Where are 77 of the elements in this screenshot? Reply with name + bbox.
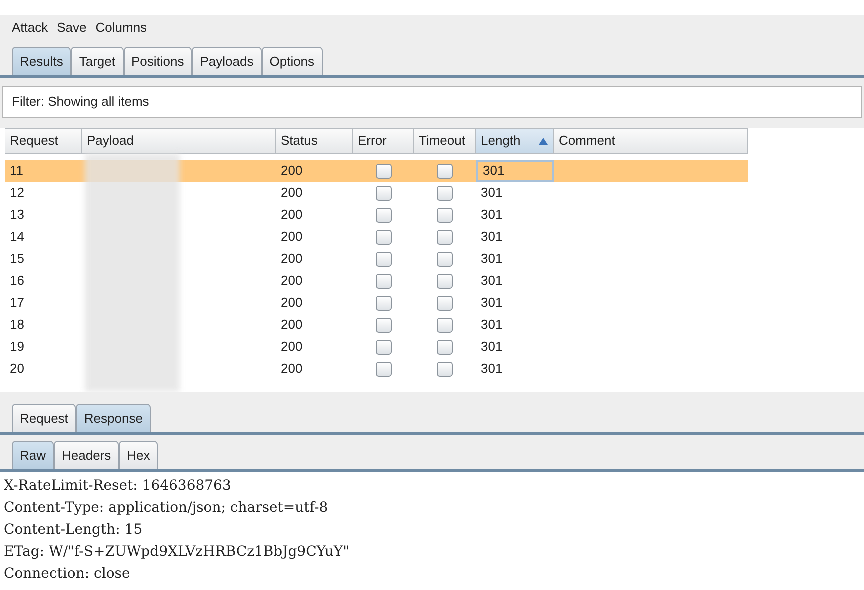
table-cell-text: 301 bbox=[480, 206, 504, 224]
table-cell-text: 16 bbox=[9, 272, 26, 290]
table-cell-text: 20 bbox=[9, 360, 26, 378]
column-header[interactable]: Request bbox=[5, 128, 82, 154]
table-cell-text: 14 bbox=[9, 228, 26, 246]
checkbox[interactable] bbox=[376, 208, 392, 222]
menu-item[interactable]: Save bbox=[57, 18, 87, 38]
column-header[interactable]: Payload bbox=[82, 128, 276, 154]
checkbox[interactable] bbox=[376, 318, 392, 332]
table-cell-text: 200 bbox=[280, 360, 304, 378]
filter-bar[interactable]: Filter: Showing all items bbox=[2, 86, 862, 118]
checkbox[interactable] bbox=[437, 164, 453, 178]
checkbox[interactable] bbox=[376, 186, 392, 200]
column-header[interactable]: Error bbox=[353, 128, 414, 154]
checkbox[interactable] bbox=[437, 230, 453, 244]
table-cell-text: 12 bbox=[9, 184, 26, 202]
table-cell-text: 19 bbox=[9, 338, 26, 356]
checkbox[interactable] bbox=[437, 318, 453, 332]
checkbox[interactable] bbox=[376, 230, 392, 244]
menu-item[interactable]: Columns bbox=[96, 18, 148, 38]
table-cell-text: 200 bbox=[280, 338, 304, 356]
tab[interactable]: Results bbox=[12, 47, 72, 75]
table-cell-text: 15 bbox=[9, 250, 26, 268]
tab[interactable]: Request bbox=[12, 404, 76, 432]
column-header[interactable]: Timeout bbox=[414, 128, 476, 154]
column-header[interactable]: Status bbox=[276, 128, 353, 154]
checkbox[interactable] bbox=[437, 186, 453, 200]
response-line: Content-Type: application/json; charset=utf-8 bbox=[4, 499, 330, 518]
table-cell-text: 200 bbox=[280, 184, 304, 202]
menu-item[interactable]: Attack bbox=[12, 18, 48, 38]
table-cell-text: 301 bbox=[480, 228, 504, 246]
table-cell-text: 11 bbox=[9, 162, 24, 180]
checkbox[interactable] bbox=[376, 296, 392, 310]
table-cell-text: 301 bbox=[480, 316, 504, 334]
tab[interactable]: Payloads bbox=[192, 47, 262, 75]
tab[interactable]: Headers bbox=[54, 441, 120, 469]
table-cell-text: 200 bbox=[280, 228, 304, 246]
checkbox[interactable] bbox=[437, 274, 453, 288]
table-cell-text: 301 bbox=[480, 184, 504, 202]
checkbox[interactable] bbox=[376, 274, 392, 288]
checkbox[interactable] bbox=[376, 340, 392, 354]
table-cell-text: 18 bbox=[9, 316, 26, 334]
table-cell-text: 17 bbox=[9, 294, 26, 312]
response-line: X-RateLimit-Reset: 1646368763 bbox=[4, 477, 232, 496]
table-cell-text: 301 bbox=[480, 250, 504, 268]
checkbox[interactable] bbox=[376, 362, 392, 376]
sort-ascending-icon bbox=[539, 138, 548, 144]
checkbox[interactable] bbox=[437, 362, 453, 376]
checkbox[interactable] bbox=[376, 252, 392, 266]
table-cell: 301 bbox=[476, 160, 554, 182]
column-header[interactable]: Length bbox=[476, 128, 554, 154]
table-cell-text: 200 bbox=[280, 316, 304, 334]
checkbox[interactable] bbox=[437, 252, 453, 266]
table-cell-text: 200 bbox=[280, 294, 304, 312]
response-line: Connection: close bbox=[4, 565, 132, 584]
tab[interactable]: Options bbox=[262, 47, 323, 75]
checkbox[interactable] bbox=[437, 208, 453, 222]
tab[interactable]: Raw bbox=[12, 441, 54, 469]
response-line: ETag: W/"f-S+ZUWpd9XLVzHRBCz1BbJg9CYuY" bbox=[4, 543, 351, 562]
table-cell-text: 13 bbox=[9, 206, 26, 224]
tab[interactable]: Target bbox=[71, 47, 124, 75]
tab[interactable]: Positions bbox=[124, 47, 192, 75]
checkbox[interactable] bbox=[376, 164, 392, 178]
checkbox[interactable] bbox=[437, 296, 453, 310]
table-cell-text: 200 bbox=[280, 272, 304, 290]
column-header[interactable]: Comment bbox=[554, 128, 748, 154]
table-cell-text: 301 bbox=[480, 294, 504, 312]
table-cell-text: 301 bbox=[480, 272, 504, 290]
table-cell-text: 200 bbox=[280, 206, 304, 224]
response-line: Content-Length: 15 bbox=[4, 521, 144, 540]
tab[interactable]: Response bbox=[76, 404, 151, 432]
table-cell-text: 200 bbox=[280, 162, 304, 180]
table-cell-text: 301 bbox=[480, 338, 504, 356]
table-cell-text: 301 bbox=[480, 360, 504, 378]
tab[interactable]: Hex bbox=[119, 441, 158, 469]
table-cell-text: 200 bbox=[280, 250, 304, 268]
checkbox[interactable] bbox=[437, 340, 453, 354]
